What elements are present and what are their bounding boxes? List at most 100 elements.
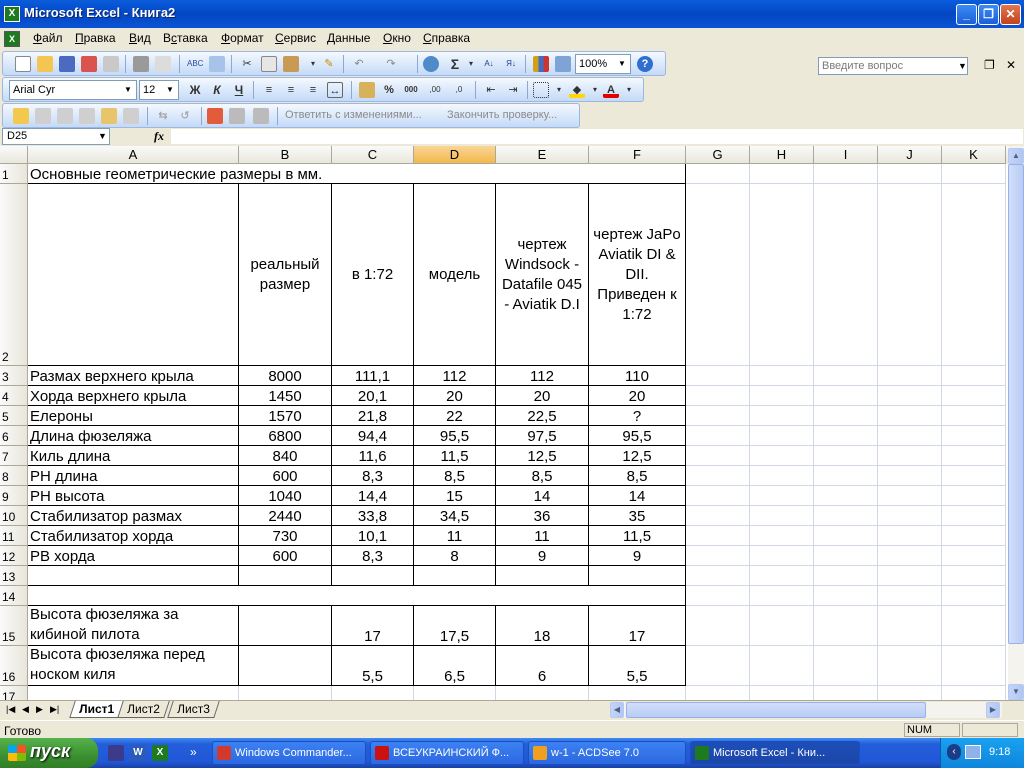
undo-icon[interactable]: ↶ — [351, 56, 367, 72]
cell-G4[interactable] — [686, 386, 750, 406]
review-icon-2[interactable] — [35, 108, 51, 124]
vertical-scrollbar[interactable]: ▲ ▼ — [1008, 146, 1024, 700]
column-header-D[interactable]: D — [414, 146, 496, 164]
network-icon[interactable] — [965, 745, 981, 759]
cut-icon[interactable]: ✂ — [239, 56, 255, 72]
row-header-7[interactable]: 7 — [0, 446, 28, 466]
row-header-6[interactable]: 6 — [0, 426, 28, 446]
cell-D8[interactable]: 8,5 — [414, 466, 496, 486]
cell-A12[interactable]: РВ хорда — [28, 546, 239, 566]
taskbar-task-1[interactable]: Windows Commander... — [212, 741, 366, 765]
row-header-2[interactable]: 2 — [0, 184, 28, 366]
cell-I1[interactable] — [814, 164, 878, 184]
column-header-J[interactable]: J — [878, 146, 942, 164]
cell-G14[interactable] — [686, 586, 750, 606]
format-painter-icon[interactable]: ✎ — [321, 56, 337, 72]
scroll-up-icon[interactable]: ▲ — [1008, 148, 1024, 164]
cell-G13[interactable] — [686, 566, 750, 586]
cell-C9[interactable]: 14,4 — [332, 486, 414, 506]
scroll-down-icon[interactable]: ▼ — [1008, 684, 1024, 700]
doc-restore-button[interactable]: ❐ — [984, 58, 995, 72]
cell-J15[interactable] — [878, 606, 942, 646]
cell-I2[interactable] — [814, 184, 878, 366]
name-box[interactable]: D25 — [2, 128, 110, 145]
cell-C13[interactable] — [332, 566, 414, 586]
cell-G8[interactable] — [686, 466, 750, 486]
cell-K13[interactable] — [942, 566, 1006, 586]
cell-A13[interactable] — [28, 566, 239, 586]
font-color-dropdown-icon[interactable]: ▾ — [621, 82, 637, 98]
font-name-combo[interactable]: Arial Cyr ▼ — [9, 80, 137, 100]
cell-I15[interactable] — [814, 606, 878, 646]
row-header-14[interactable]: 14 — [0, 586, 28, 606]
font-name-dropdown-icon[interactable]: ▼ — [121, 82, 135, 98]
horizontal-scrollbar[interactable]: ◀ ▶ — [610, 702, 1002, 718]
cell-H1[interactable] — [750, 164, 814, 184]
cell-C7[interactable]: 11,6 — [332, 446, 414, 466]
cell-A4[interactable]: Хорда верхнего крыла — [28, 386, 239, 406]
end-review-button[interactable]: Закончить проверку... — [447, 109, 557, 121]
chart-wizard-icon[interactable] — [533, 56, 549, 72]
cell-F5[interactable]: ? — [589, 406, 686, 426]
cell-K9[interactable] — [942, 486, 1006, 506]
cell-B4[interactable]: 1450 — [239, 386, 332, 406]
merge-center-icon[interactable]: ↔ — [327, 82, 343, 98]
review-icon-10[interactable] — [229, 108, 245, 124]
cell-F9[interactable]: 14 — [589, 486, 686, 506]
cell-G11[interactable] — [686, 526, 750, 546]
align-right-icon[interactable]: ≡ — [305, 82, 321, 98]
excel-quicklaunch-icon[interactable]: X — [152, 745, 168, 761]
vertical-scroll-thumb[interactable] — [1008, 164, 1024, 644]
cell-A5[interactable]: Елероны — [28, 406, 239, 426]
reply-with-changes-button[interactable]: Ответить с изменениями... — [285, 109, 422, 121]
row-header-16[interactable]: 16 — [0, 646, 28, 686]
cell-K6[interactable] — [942, 426, 1006, 446]
cell-G10[interactable] — [686, 506, 750, 526]
cell-A10[interactable]: Стабилизатор размах — [28, 506, 239, 526]
column-header-G[interactable]: G — [686, 146, 750, 164]
review-icon-3[interactable] — [57, 108, 73, 124]
cell-D9[interactable]: 15 — [414, 486, 496, 506]
cell-H14[interactable] — [750, 586, 814, 606]
formula-input[interactable] — [170, 128, 1024, 145]
print-icon[interactable] — [133, 56, 149, 72]
insert-function-icon[interactable]: fx — [154, 129, 164, 144]
cell-J6[interactable] — [878, 426, 942, 446]
paste-icon[interactable] — [283, 56, 299, 72]
cell-D12[interactable]: 8 — [414, 546, 496, 566]
underline-button[interactable]: Ч — [231, 82, 247, 98]
cell-H15[interactable] — [750, 606, 814, 646]
cell-F15[interactable]: 17 — [589, 606, 686, 646]
open-icon[interactable] — [37, 56, 53, 72]
cell-B5[interactable]: 1570 — [239, 406, 332, 426]
cell-I8[interactable] — [814, 466, 878, 486]
close-button[interactable]: ✕ — [1000, 4, 1021, 25]
column-header-C[interactable]: C — [332, 146, 414, 164]
cell-E4[interactable]: 20 — [496, 386, 589, 406]
cell-D17[interactable] — [414, 686, 496, 700]
spelling-icon[interactable]: ABC — [187, 56, 203, 72]
cell-K5[interactable] — [942, 406, 1006, 426]
cell-I5[interactable] — [814, 406, 878, 426]
autosum-icon[interactable]: Σ — [447, 56, 463, 72]
cell-D13[interactable] — [414, 566, 496, 586]
restore-button[interactable]: ❐ — [978, 4, 999, 25]
menu-item-6[interactable]: Данные — [324, 31, 373, 45]
column-header-B[interactable]: B — [239, 146, 332, 164]
quicklaunch-icon-1[interactable] — [108, 745, 124, 761]
cell-I13[interactable] — [814, 566, 878, 586]
review-folder-icon[interactable] — [13, 108, 29, 124]
cell-F3[interactable]: 110 — [589, 366, 686, 386]
cell-D6[interactable]: 95,5 — [414, 426, 496, 446]
quicklaunch-more-icon[interactable]: » — [190, 745, 206, 761]
cell-F4[interactable]: 20 — [589, 386, 686, 406]
minimize-button[interactable]: _ — [956, 4, 977, 25]
cell-D16[interactable]: 6,5 — [414, 646, 496, 686]
cell-G15[interactable] — [686, 606, 750, 646]
review-icon-6[interactable] — [123, 108, 139, 124]
cell-H16[interactable] — [750, 646, 814, 686]
cell-H2[interactable] — [750, 184, 814, 366]
borders-dropdown-icon[interactable]: ▾ — [551, 82, 567, 98]
align-center-icon[interactable]: ≡ — [283, 82, 299, 98]
cell-B11[interactable]: 730 — [239, 526, 332, 546]
